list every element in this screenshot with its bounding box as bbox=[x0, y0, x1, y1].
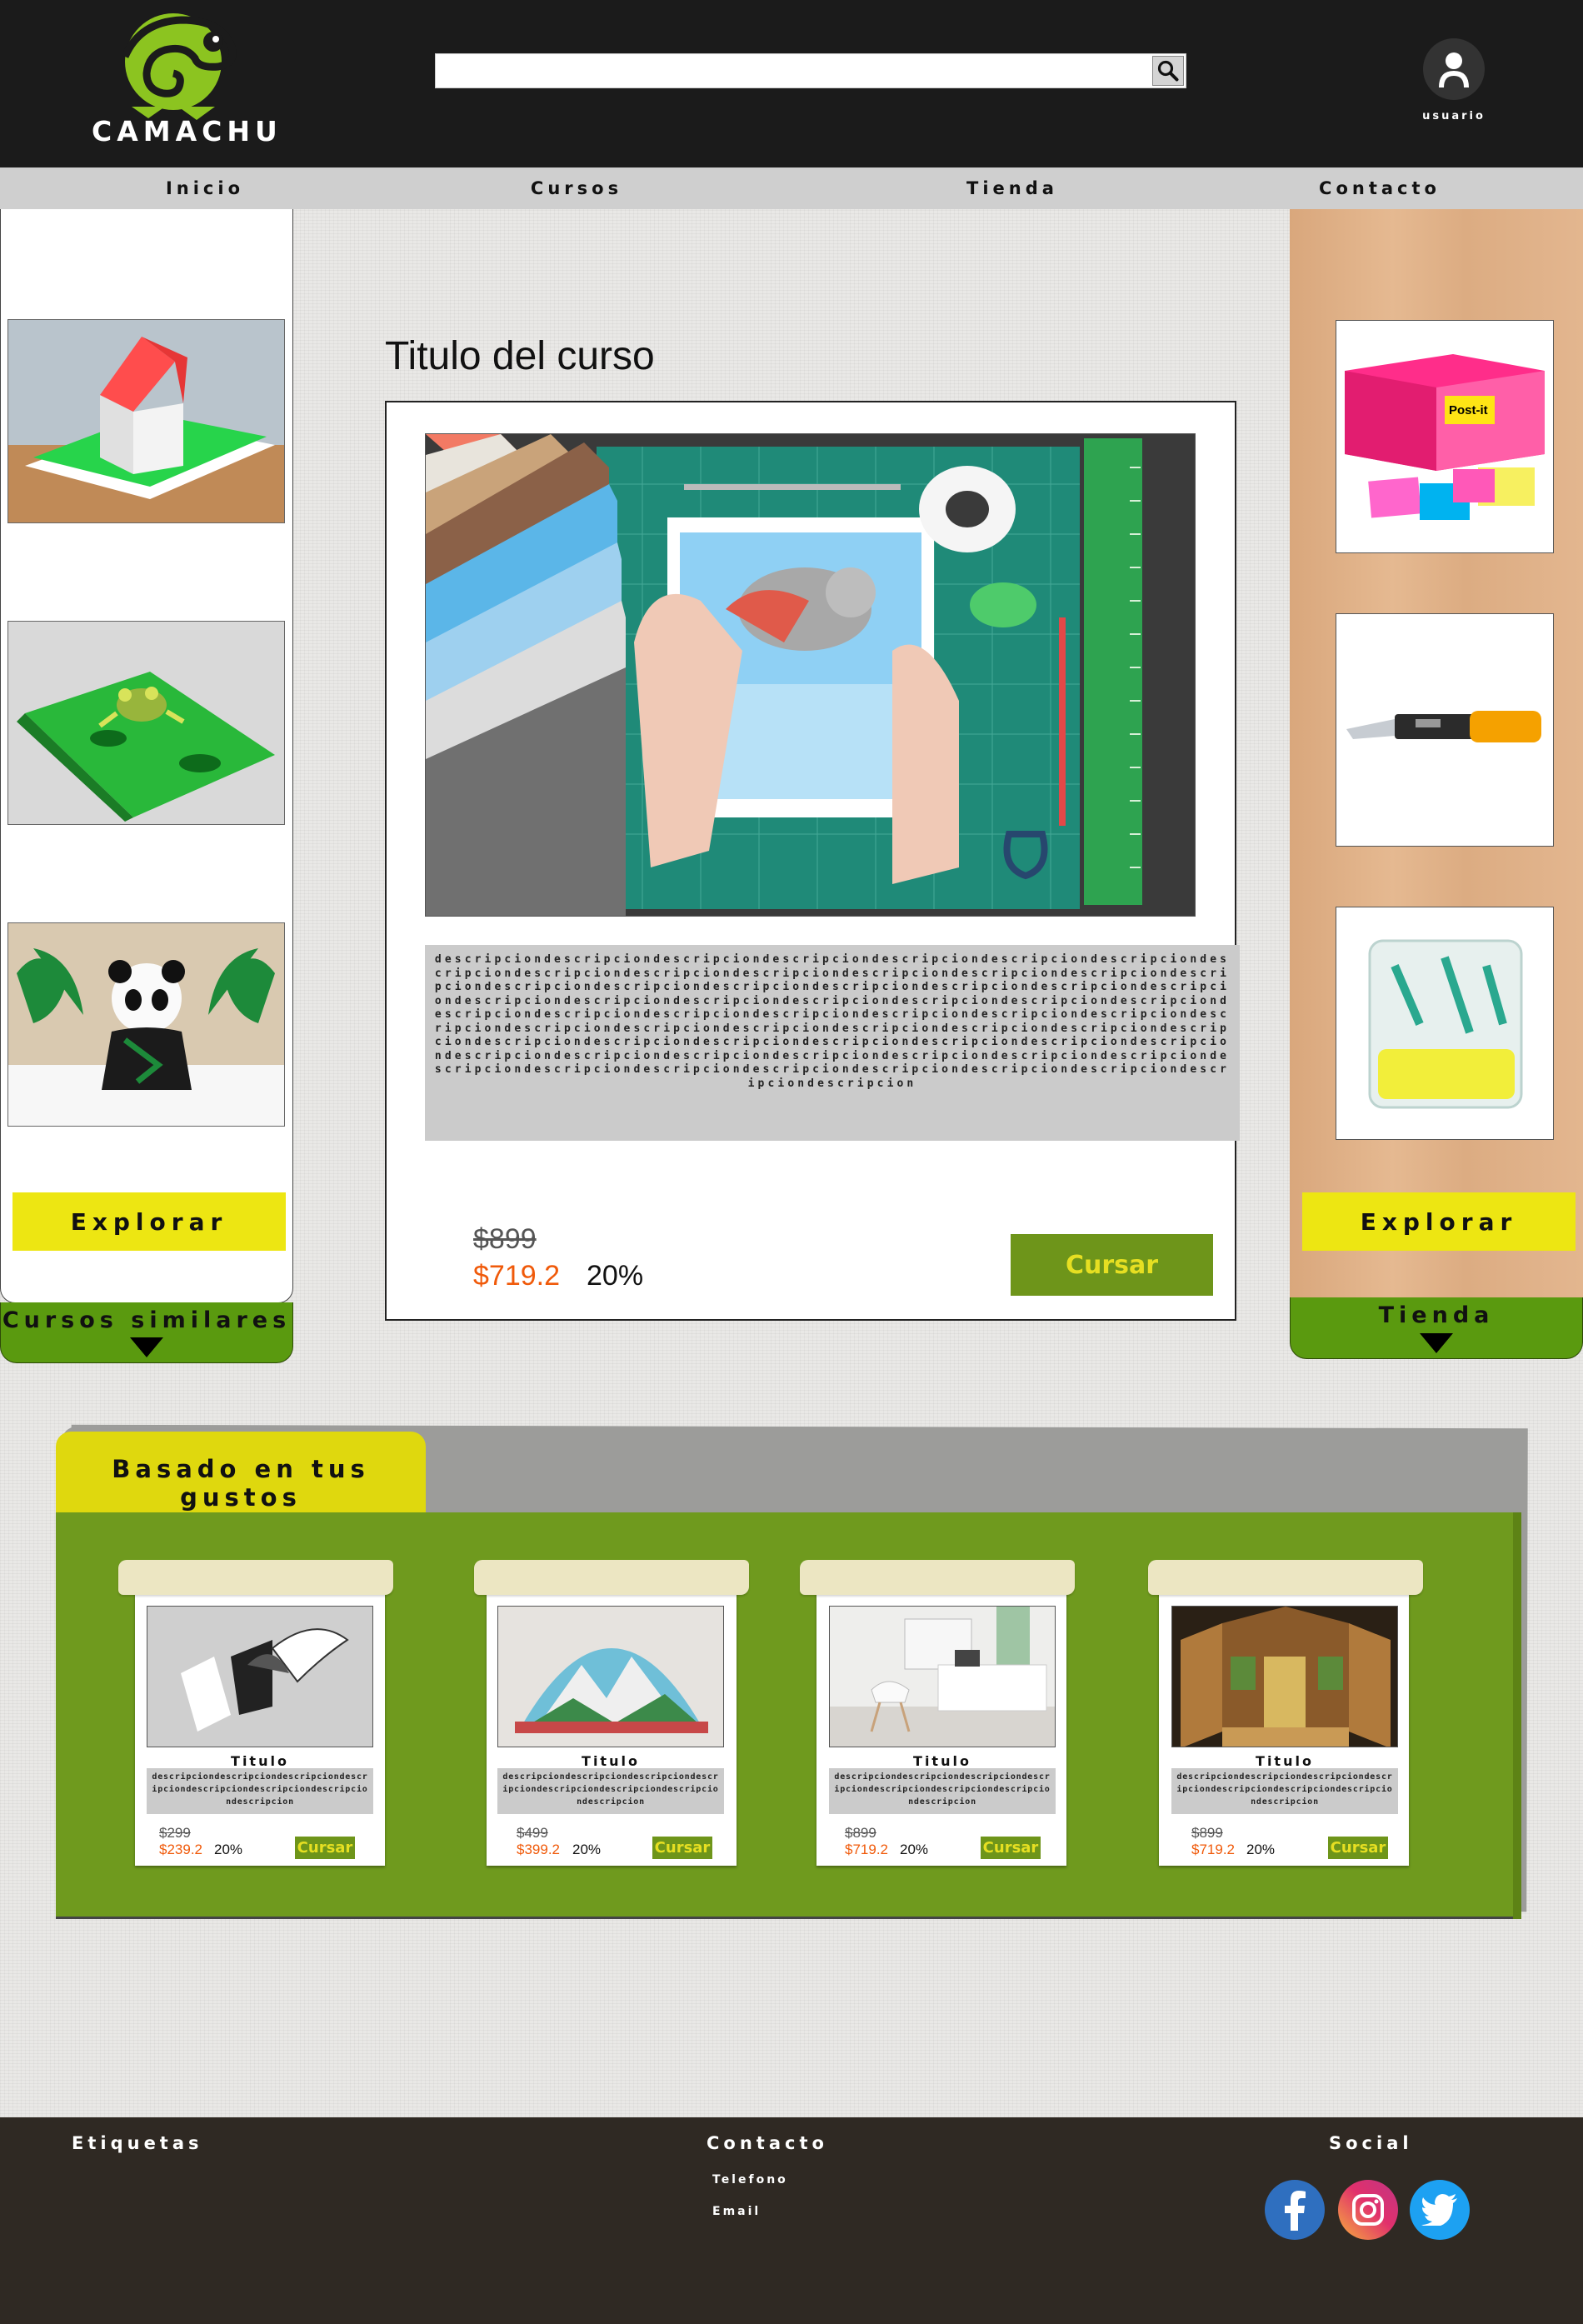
course-thumbnail-paper-house[interactable] bbox=[7, 319, 285, 523]
footer-phone-link[interactable]: Telefono bbox=[712, 2173, 788, 2187]
footer: Etiquetas Contacto Telefono Email Social bbox=[0, 2117, 1583, 2324]
search-button[interactable] bbox=[1152, 56, 1184, 86]
recommendation-sale-price: $399.2 bbox=[517, 1842, 560, 1857]
footer-social-heading: Social bbox=[1329, 2133, 1413, 2153]
arrow-down-icon bbox=[1420, 1333, 1453, 1353]
recommendation-discount: 20% bbox=[214, 1842, 243, 1857]
recommendation-old-price: $899 bbox=[1191, 1825, 1223, 1841]
recommendation-discount: 20% bbox=[572, 1842, 602, 1857]
explore-store-button[interactable]: Explorar bbox=[1302, 1192, 1576, 1251]
footer-email-link[interactable]: Email bbox=[712, 2205, 761, 2218]
recommendation-old-price: $499 bbox=[517, 1825, 548, 1841]
course-description-box: descripciondescripciondescripciondescrip… bbox=[425, 945, 1240, 1141]
search-input[interactable] bbox=[436, 54, 1152, 87]
course-description: descripciondescripciondescripciondescrip… bbox=[434, 953, 1231, 1090]
footer-tags-heading[interactable]: Etiquetas bbox=[72, 2133, 203, 2153]
facebook-icon[interactable] bbox=[1265, 2180, 1325, 2240]
instagram-icon[interactable] bbox=[1338, 2180, 1398, 2240]
enroll-button[interactable]: Cursar bbox=[1011, 1234, 1213, 1296]
recommendation-old-price: $299 bbox=[159, 1825, 191, 1841]
chameleon-logo-icon[interactable] bbox=[115, 13, 242, 120]
store-tab[interactable]: Tienda bbox=[1290, 1297, 1583, 1359]
main-nav: Inicio Cursos Tienda Contacto bbox=[0, 167, 1583, 209]
recommendation-title: Titulo bbox=[913, 1753, 971, 1769]
store-product-utility-knife[interactable] bbox=[1336, 613, 1554, 847]
recommendation-description: descripciondescripciondescripciondescrip… bbox=[1171, 1768, 1398, 1814]
nav-item-contacto[interactable]: Contacto bbox=[1298, 167, 1461, 209]
recommendation-image-desk-room[interactable] bbox=[829, 1606, 1056, 1747]
recommendation-sale-price: $239.2 bbox=[159, 1842, 202, 1857]
search-bar bbox=[435, 53, 1186, 88]
recommendation-sale-price: $719.2 bbox=[1191, 1842, 1235, 1857]
course-thumbnail-panda[interactable] bbox=[7, 922, 285, 1127]
recommendation-description: descripciondescripciondescripciondescrip… bbox=[497, 1768, 724, 1814]
store-product-glue-sticks[interactable] bbox=[1336, 907, 1554, 1140]
user-label[interactable]: usuario bbox=[1416, 110, 1491, 122]
course-hero-image bbox=[425, 433, 1196, 917]
discount-percent: 20% bbox=[587, 1260, 644, 1292]
store-product-post-it[interactable]: Post-it bbox=[1336, 320, 1554, 553]
recommendation-title: Titulo bbox=[1256, 1753, 1314, 1769]
recommendation-image-cardboard-house[interactable] bbox=[1171, 1606, 1398, 1747]
explore-courses-button[interactable]: Explorar bbox=[12, 1192, 286, 1251]
recommendation-discount: 20% bbox=[900, 1842, 929, 1857]
recommendation-description: descripciondescripciondescripciondescrip… bbox=[147, 1768, 373, 1814]
recommendation-title: Titulo bbox=[231, 1753, 289, 1769]
tape-decoration bbox=[474, 1560, 749, 1595]
similar-courses-tab[interactable]: Cursos similares bbox=[0, 1302, 293, 1363]
recommendation-image-landscape-popup[interactable] bbox=[497, 1606, 724, 1747]
svg-text:Post-it: Post-it bbox=[1449, 403, 1488, 417]
recommendation-sale-price: $719.2 bbox=[845, 1842, 888, 1857]
recommendation-enroll-button[interactable]: Cursar bbox=[1328, 1837, 1388, 1859]
user-avatar-button[interactable] bbox=[1423, 38, 1485, 100]
nav-item-cursos[interactable]: Cursos bbox=[495, 167, 658, 209]
course-thumbnail-frog[interactable] bbox=[7, 621, 285, 825]
twitter-icon[interactable] bbox=[1410, 2180, 1470, 2240]
footer-contact-heading[interactable]: Contacto bbox=[707, 2133, 828, 2153]
recommendation-title: Titulo bbox=[582, 1753, 640, 1769]
recommendation-enroll-button[interactable]: Cursar bbox=[652, 1837, 712, 1859]
tape-decoration bbox=[118, 1560, 393, 1595]
recommendation-discount: 20% bbox=[1246, 1842, 1276, 1857]
tape-decoration bbox=[800, 1560, 1075, 1595]
arrow-down-icon bbox=[130, 1337, 163, 1357]
recommendation-image-bird-popup[interactable] bbox=[147, 1606, 373, 1747]
recommendation-description: descripciondescripciondescripciondescrip… bbox=[829, 1768, 1056, 1814]
user-icon bbox=[1439, 52, 1469, 87]
recommendations-tab[interactable]: Basado en tus gustos bbox=[56, 1432, 426, 1518]
search-icon bbox=[1157, 60, 1179, 82]
similar-courses-tab-label: Cursos similares bbox=[2, 1307, 292, 1333]
sale-price: $719.2 bbox=[473, 1260, 560, 1292]
logo-text: CAMACHU bbox=[92, 115, 282, 147]
recommendation-enroll-button[interactable]: Cursar bbox=[295, 1837, 355, 1859]
nav-item-tienda[interactable]: Tienda bbox=[931, 167, 1094, 209]
recommendation-old-price: $899 bbox=[845, 1825, 876, 1841]
old-price: $899 bbox=[473, 1223, 537, 1255]
nav-item-inicio[interactable]: Inicio bbox=[123, 167, 287, 209]
tape-decoration bbox=[1148, 1560, 1423, 1595]
course-title: Titulo del curso bbox=[385, 334, 655, 378]
recommendations-panel-edge bbox=[1513, 1512, 1521, 1919]
recommendations-tab-label: Basado en tus gustos bbox=[112, 1455, 370, 1512]
store-tab-label: Tienda bbox=[1378, 1302, 1495, 1328]
recommendation-enroll-button[interactable]: Cursar bbox=[981, 1837, 1041, 1859]
